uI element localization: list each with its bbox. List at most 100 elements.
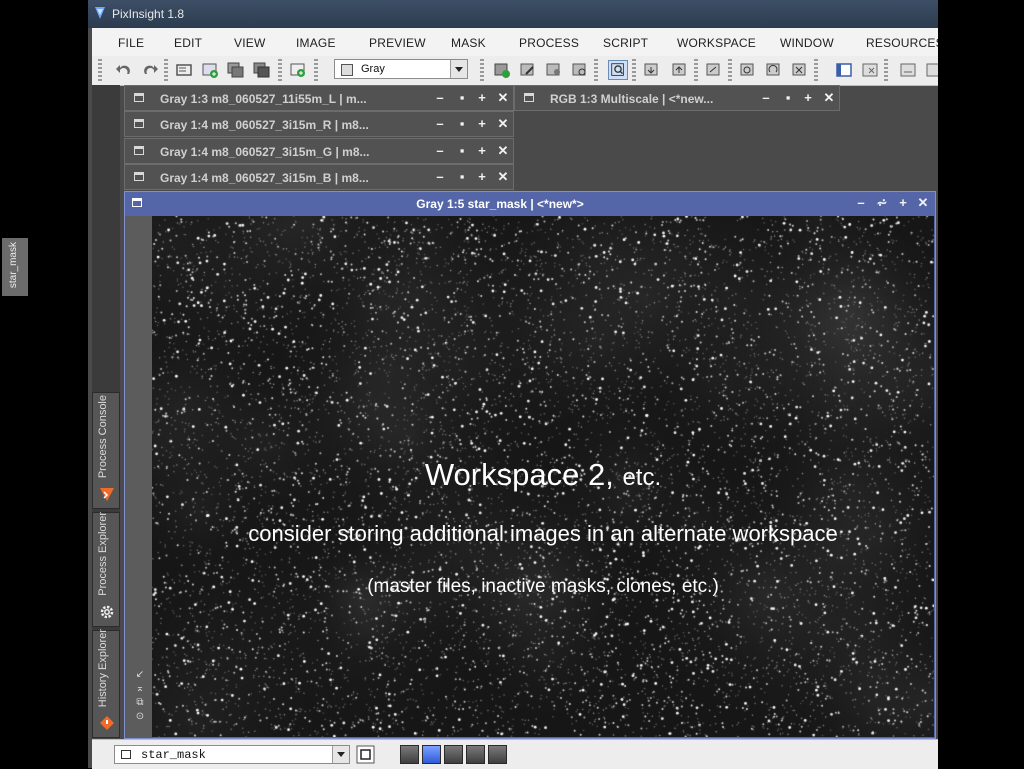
iconified-window-title: Gray 1:4 m8_060527_3i15m_B | m8... [160, 171, 369, 185]
minimize-icon[interactable]: – [759, 90, 773, 106]
close-icon[interactable]: ✕ [496, 169, 510, 185]
workspace-4-button[interactable] [466, 745, 485, 764]
close-icon[interactable]: ✕ [822, 90, 836, 106]
toolbar-separator [314, 59, 318, 81]
view-selector[interactable]: star_mask [114, 745, 350, 764]
workspace-2-button[interactable] [422, 745, 441, 764]
minimize-icon[interactable]: – [433, 116, 447, 132]
overlay-heading-main: Workspace 2, [424, 457, 614, 492]
new-image-icon[interactable] [200, 60, 220, 80]
chevron-down-icon[interactable] [450, 60, 467, 78]
pixinsight-logo-icon [95, 7, 105, 19]
minimize-icon[interactable]: – [433, 169, 447, 185]
iconified-window-rgb[interactable]: RGB 1:3 Multiscale | <*new... – ▪ + ✕ [514, 85, 840, 111]
process-console-tab[interactable]: Process Console [92, 392, 120, 509]
zoom-in-icon[interactable] [642, 60, 662, 80]
menu-view[interactable]: VIEW [234, 36, 265, 50]
close-icon[interactable]: ✕ [496, 90, 510, 106]
workspace-3-button[interactable] [444, 745, 463, 764]
new-mask-icon[interactable] [492, 60, 512, 80]
zoom-out-icon[interactable] [670, 60, 690, 80]
close-icon[interactable]: ✕ [496, 116, 510, 132]
menu-file[interactable]: FILE [118, 36, 144, 50]
menu-resources[interactable]: RESOURCES [866, 36, 938, 50]
mask-tab[interactable]: star_mask [2, 238, 28, 296]
toolbar-separator [632, 59, 636, 81]
auto-stf-icon[interactable] [764, 60, 784, 80]
view-selector-value: star_mask [141, 748, 206, 762]
duplicate-image-icon[interactable] [226, 60, 246, 80]
overlay-line-2: (master files, inactive masks, clones, e… [367, 576, 719, 597]
maximize-icon[interactable]: + [475, 169, 489, 185]
extract-image-icon[interactable] [252, 60, 272, 80]
maximize-icon[interactable]: + [801, 90, 815, 106]
maximize-icon[interactable]: + [896, 195, 910, 211]
image-properties-icon[interactable] [174, 60, 194, 80]
maximize-icon[interactable]: + [475, 143, 489, 159]
shade-icon[interactable]: ▪ [781, 90, 795, 106]
toolbar-separator [694, 59, 698, 81]
fit-view-icon[interactable] [704, 60, 724, 80]
redo-icon[interactable] [140, 60, 160, 80]
menu-image[interactable]: IMAGE [296, 36, 336, 50]
toolbar-grip[interactable] [98, 59, 102, 81]
maximize-icon[interactable]: + [475, 116, 489, 132]
shade-icon[interactable]: ▪ [455, 90, 469, 106]
image-window-titlebar[interactable]: Gray 1:5 star_mask | <*new*> – ⩫ + ✕ [125, 192, 935, 216]
view-explorer-icon[interactable] [356, 745, 375, 764]
readout-icon[interactable] [898, 60, 918, 80]
channel-combo[interactable]: Gray [334, 59, 468, 79]
menu-preview[interactable]: PREVIEW [369, 36, 426, 50]
close-icon[interactable]: ✕ [496, 143, 510, 159]
close-icon[interactable]: ✕ [916, 195, 930, 211]
toolbar-separator [594, 59, 598, 81]
chevron-down-icon[interactable] [332, 746, 349, 763]
shade-icon[interactable]: ⩫ [875, 195, 889, 211]
menu-edit[interactable]: EDIT [174, 36, 202, 50]
history-explorer-tab[interactable]: History Explorer [92, 629, 120, 738]
image-window-title: Gray 1:5 star_mask | <*new*> [416, 197, 584, 211]
shade-icon[interactable]: ▪ [455, 169, 469, 185]
menu-mask[interactable]: MASK [451, 36, 486, 50]
iconified-window-g[interactable]: Gray 1:4 m8_060527_3i15m_G | m8... – ▪ +… [124, 138, 514, 164]
iconified-window-title: Gray 1:4 m8_060527_3i15m_G | m8... [160, 145, 370, 159]
shade-icon[interactable]: ▪ [455, 143, 469, 159]
menu-workspace[interactable]: WORKSPACE [677, 36, 756, 50]
toolbar-separator [278, 59, 282, 81]
window-icon [134, 172, 144, 181]
undo-icon[interactable] [114, 60, 134, 80]
track-view-icon[interactable] [834, 60, 854, 80]
gray-swatch-icon [341, 64, 353, 76]
iconified-window-b[interactable]: Gray 1:4 m8_060527_3i15m_B | m8... – ▪ +… [124, 164, 514, 190]
show-mask-icon[interactable] [570, 60, 590, 80]
reset-stf-icon[interactable] [790, 60, 810, 80]
minimize-icon[interactable]: – [433, 90, 447, 106]
edit-mask-icon[interactable] [518, 60, 538, 80]
menu-script[interactable]: SCRIPT [603, 36, 648, 50]
menu-window[interactable]: WINDOW [780, 36, 834, 50]
process-explorer-tab[interactable]: Process Explorer [92, 512, 120, 627]
iconified-window-r[interactable]: Gray 1:4 m8_060527_3i15m_R | m8... – ▪ +… [124, 111, 514, 137]
iconified-window-l[interactable]: Gray 1:3 m8_060527_11i55m_L | m... – ▪ +… [124, 85, 514, 111]
mask-settings-icon[interactable] [544, 60, 564, 80]
minimize-icon[interactable]: – [854, 195, 868, 211]
workspace-5-button[interactable] [488, 745, 507, 764]
arrow-icon[interactable]: ↙ [130, 668, 150, 682]
shade-icon[interactable]: ▪ [455, 116, 469, 132]
workspace-1-button[interactable] [400, 745, 419, 764]
new-preview-icon[interactable] [288, 60, 308, 80]
preferences-icon[interactable] [924, 60, 938, 80]
stf-icon[interactable] [738, 60, 758, 80]
target-icon[interactable]: ⊙ [130, 710, 150, 724]
pin-icon[interactable]: ⌅ [130, 682, 150, 696]
main-toolbar: Gray [92, 56, 938, 86]
menu-process[interactable]: PROCESS [519, 36, 579, 50]
link-icon[interactable]: ⧉ [130, 696, 150, 710]
close-view-icon[interactable] [860, 60, 880, 80]
maximize-icon[interactable]: + [475, 90, 489, 106]
minimize-icon[interactable]: – [433, 143, 447, 159]
zoom-mode-icon[interactable] [608, 60, 628, 80]
toolbar-separator [164, 59, 168, 81]
iconified-window-title: Gray 1:3 m8_060527_11i55m_L | m... [160, 92, 367, 106]
overlay-heading: Workspace 2, etc. [152, 457, 934, 493]
